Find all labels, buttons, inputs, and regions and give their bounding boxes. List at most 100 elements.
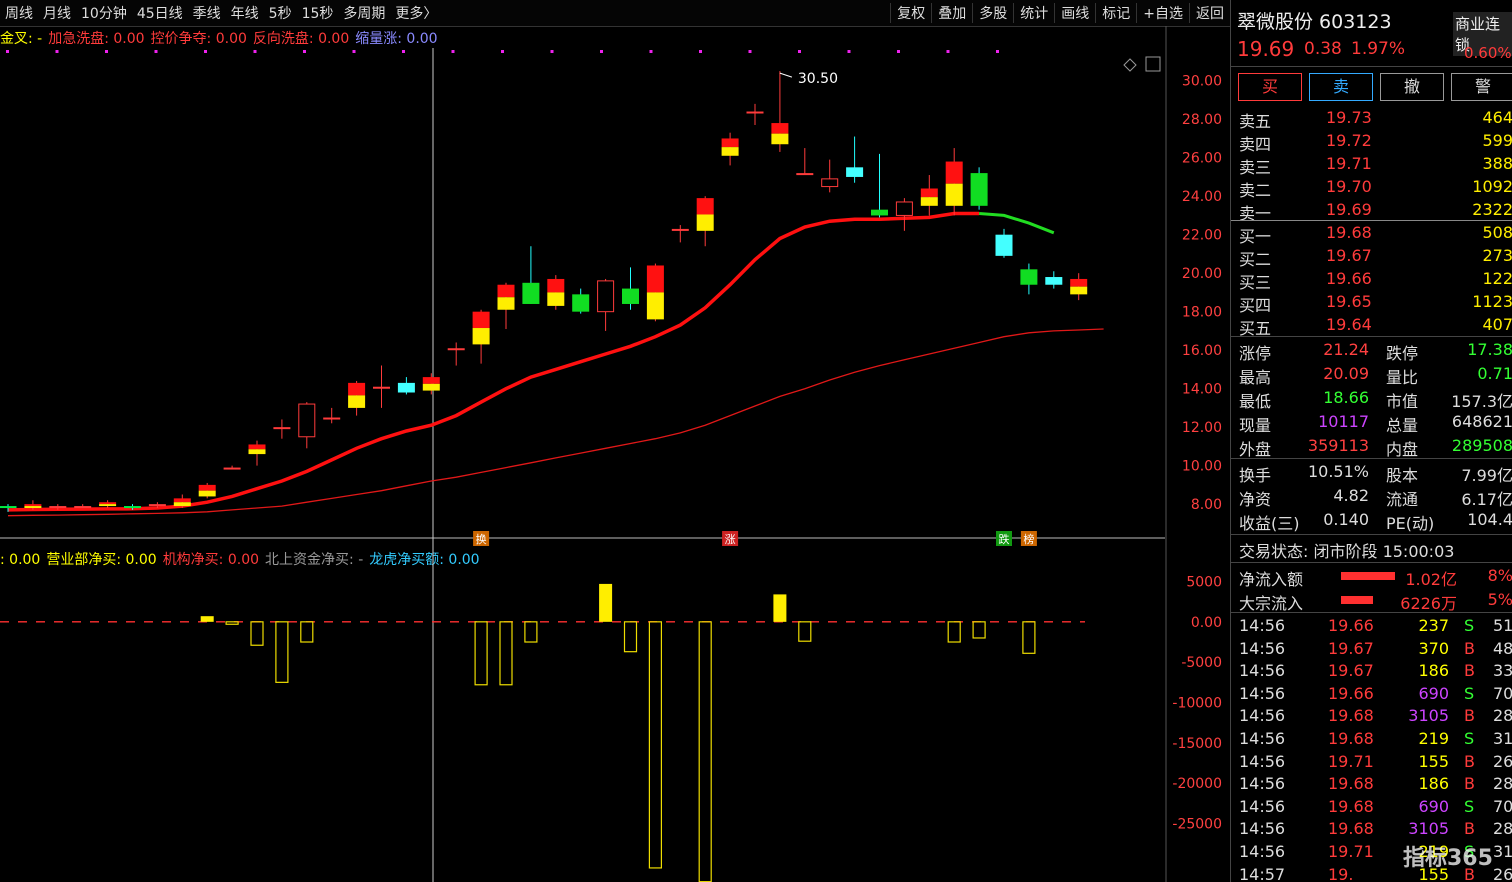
candle-body[interactable]	[124, 506, 141, 509]
candle-body[interactable]	[348, 382, 366, 396]
net-buy-bar[interactable]	[200, 616, 214, 622]
candle-body[interactable]	[173, 498, 191, 503]
period-tab-2[interactable]: 10分钟	[76, 3, 132, 23]
candle-body[interactable]	[871, 209, 888, 216]
net-buy-bar[interactable]	[250, 621, 264, 646]
net-buy-bar[interactable]	[947, 621, 961, 643]
candle-body-lower[interactable]	[771, 133, 789, 145]
candle-body[interactable]	[1020, 269, 1038, 285]
sell-button[interactable]: 卖	[1309, 73, 1373, 101]
candle-body[interactable]	[622, 288, 639, 304]
candle-body[interactable]	[547, 278, 565, 293]
candle-body[interactable]	[373, 386, 390, 389]
panel-toggle-icon[interactable]	[1145, 56, 1161, 72]
candle-body-lower[interactable]	[1070, 286, 1088, 295]
net-buy-bar[interactable]	[648, 621, 663, 869]
candle-body[interactable]	[248, 444, 266, 450]
diamond-icon[interactable]	[1123, 58, 1137, 72]
event-badge-badge_2[interactable]: 涨	[722, 531, 739, 546]
candle-body[interactable]	[920, 188, 938, 198]
order-book-row[interactable]: 卖四 19.72 599	[1231, 129, 1512, 154]
candle-body[interactable]	[148, 504, 166, 507]
candle-body-lower[interactable]	[945, 183, 963, 206]
candle-body[interactable]	[721, 138, 739, 148]
tool-button-3[interactable]: 统计	[1013, 3, 1054, 23]
candle-body-lower[interactable]	[497, 297, 515, 310]
order-book-row[interactable]: 卖一 19.69 2322	[1231, 198, 1512, 223]
candle-body[interactable]	[572, 294, 590, 312]
candle-body[interactable]	[995, 234, 1013, 256]
candle-body[interactable]	[422, 377, 440, 384]
candle-body[interactable]	[1045, 277, 1063, 285]
net-buy-bar[interactable]	[225, 621, 239, 625]
candle-body[interactable]	[646, 265, 664, 293]
candle-body[interactable]	[24, 504, 42, 507]
candle-body[interactable]	[447, 348, 465, 351]
period-tab-0[interactable]: 周线	[0, 3, 38, 23]
period-tab-1[interactable]: 月线	[38, 3, 76, 23]
candle-body-lower[interactable]	[173, 502, 191, 507]
candle-body[interactable]	[74, 506, 92, 509]
candle-body[interactable]	[771, 123, 789, 134]
candle-body[interactable]	[223, 467, 241, 470]
candle-body-lower[interactable]	[696, 214, 714, 231]
tool-button-1[interactable]: 叠加	[931, 3, 972, 23]
alert-button[interactable]: 警	[1451, 73, 1512, 101]
candle-body[interactable]	[1070, 278, 1088, 287]
candle-body-lower[interactable]	[24, 506, 42, 508]
candle-body[interactable]	[671, 228, 689, 231]
candle-body[interactable]	[99, 502, 117, 505]
candle-body[interactable]	[273, 427, 291, 430]
order-book-row[interactable]: 卖三 19.71 388	[1231, 152, 1512, 177]
candle-body[interactable]	[298, 403, 316, 438]
candle-body-lower[interactable]	[99, 504, 117, 507]
candle-body-lower[interactable]	[547, 292, 565, 306]
candle-body[interactable]	[323, 417, 341, 420]
tool-button-5[interactable]: 标记	[1095, 3, 1136, 23]
kline-chart[interactable]: 30.00 28.00 26.00 24.00 22.00 20.00 18.00 16.00…	[0, 26, 1230, 882]
order-book-row[interactable]: 卖五 19.73 464	[1231, 106, 1512, 131]
period-tab-4[interactable]: 季线	[188, 3, 226, 23]
order-book-row[interactable]: 买五 19.64 407	[1231, 313, 1512, 338]
candle-body-lower[interactable]	[646, 292, 664, 320]
tool-button-4[interactable]: 画线	[1054, 3, 1095, 23]
candle-body-lower[interactable]	[248, 449, 266, 455]
candle-body[interactable]	[0, 506, 17, 509]
period-tab-5[interactable]: 年线	[226, 3, 264, 23]
net-buy-bar[interactable]	[1022, 621, 1036, 654]
candle-body[interactable]	[821, 178, 839, 188]
order-book-row[interactable]: 买三 19.66 122	[1231, 267, 1512, 292]
candle-body[interactable]	[497, 284, 515, 298]
tool-button-0[interactable]: 复权	[890, 3, 931, 23]
net-buy-bar[interactable]	[524, 621, 538, 643]
candle-body-lower[interactable]	[472, 328, 490, 345]
candle-body[interactable]	[796, 173, 814, 176]
candle-body[interactable]	[49, 506, 67, 509]
net-buy-bar[interactable]	[300, 621, 314, 643]
tool-button-6[interactable]: +自选	[1136, 3, 1189, 23]
order-book-row[interactable]: 买一 19.68 508	[1231, 221, 1512, 246]
order-book-row[interactable]: 买二 19.67 273	[1231, 244, 1512, 269]
candle-body[interactable]	[970, 173, 988, 206]
candle-body-lower[interactable]	[348, 395, 366, 408]
event-badge-badge_4[interactable]: 榜	[1020, 531, 1037, 546]
net-buy-bar[interactable]	[972, 621, 986, 639]
period-tab-7[interactable]: 15秒	[297, 3, 339, 23]
order-book-row[interactable]: 买四 19.65 1123	[1231, 290, 1512, 315]
candle-body[interactable]	[472, 311, 490, 329]
event-badge-badge_1[interactable]: 换	[473, 531, 490, 546]
order-book-row[interactable]: 卖二 19.70 1092	[1231, 175, 1512, 200]
net-buy-bar[interactable]	[474, 621, 488, 686]
period-tab-6[interactable]: 5秒	[264, 3, 297, 23]
candle-body[interactable]	[945, 161, 963, 184]
net-buy-bar[interactable]	[698, 621, 712, 882]
net-buy-bar[interactable]	[275, 621, 289, 683]
candle-body[interactable]	[846, 167, 864, 177]
candle-body[interactable]	[198, 484, 216, 491]
net-buy-bar[interactable]	[599, 583, 613, 622]
tool-button-7[interactable]: 返回	[1189, 3, 1230, 23]
candle-body[interactable]	[696, 198, 714, 215]
tool-button-2[interactable]: 多股	[972, 3, 1013, 23]
candle-body[interactable]	[522, 282, 540, 304]
event-badge-badge_3[interactable]: 跌	[996, 531, 1012, 546]
